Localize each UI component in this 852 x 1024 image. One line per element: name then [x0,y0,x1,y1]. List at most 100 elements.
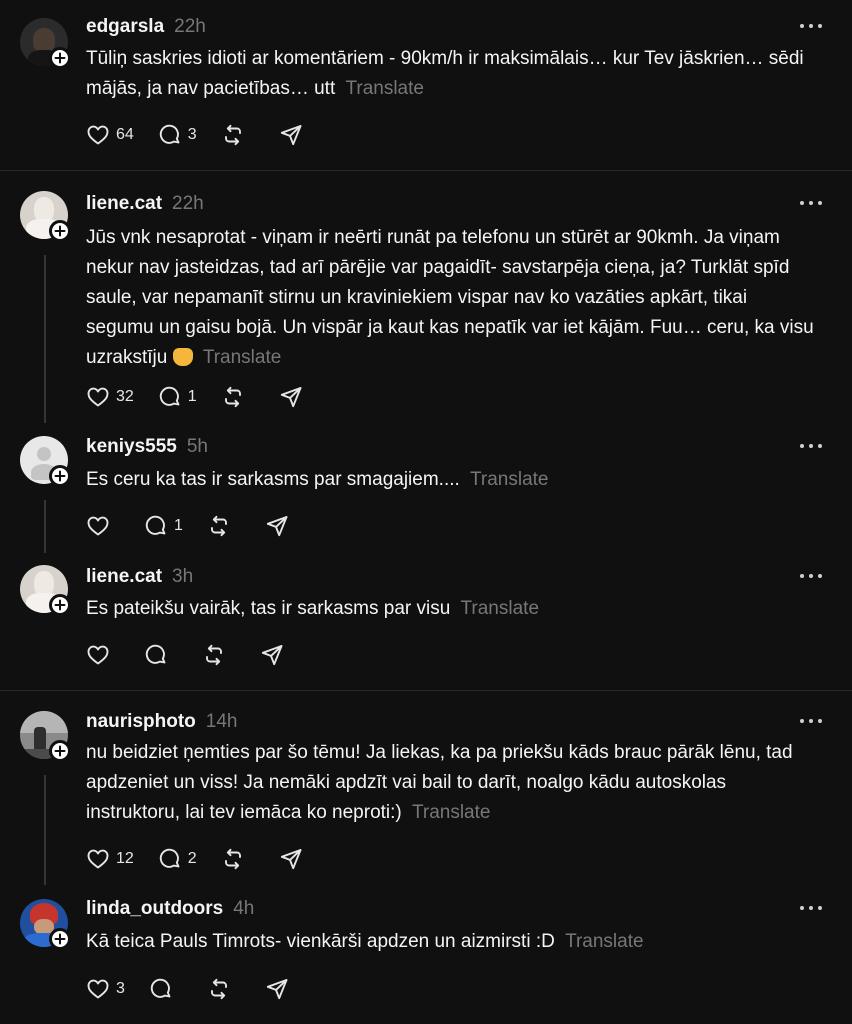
post-body: Es pateikšu vairāk, tas ir sarkasms par … [86,598,451,619]
more-icon[interactable] [800,201,822,207]
translate-link[interactable]: Translate [345,78,424,99]
heart-icon [86,385,110,409]
reply-button[interactable] [149,977,173,1001]
username[interactable]: liene.cat [86,193,162,215]
comment-icon [158,385,182,409]
comment-icon [149,977,173,1001]
timestamp: 4h [233,898,255,919]
reply-button[interactable]: 2 [158,847,197,871]
repost-icon [221,123,245,147]
comment-icon [158,123,182,147]
post: linda_outdoors 4h Kā teica Pauls Timrots… [0,886,852,1024]
translate-link[interactable]: Translate [470,469,549,490]
translate-link[interactable]: Translate [461,598,540,619]
post-body: Tūliņ saskries idioti ar komentāriem - 9… [86,48,804,99]
post-text: Kā teica Pauls Timrots- vienkārši apdzen… [86,927,816,957]
share-button[interactable] [279,847,303,871]
avatar[interactable] [20,565,71,616]
like-count: 64 [116,126,134,143]
avatar[interactable] [20,436,71,487]
like-button[interactable]: 12 [86,847,134,871]
more-icon[interactable] [800,24,822,30]
follow-plus-icon[interactable] [49,928,71,950]
reply-button[interactable]: 3 [158,123,197,147]
repost-button[interactable] [207,977,231,1001]
follow-plus-icon[interactable] [49,740,71,762]
more-icon[interactable] [800,906,822,912]
avatar[interactable] [20,191,71,242]
comment-icon [144,643,168,667]
reply-button[interactable]: 1 [158,385,197,409]
post-text: Tūliņ saskries idioti ar komentāriem - 9… [86,44,816,104]
post-text: nu beidziet ņemties par šo tēmu! Ja liek… [86,738,816,828]
send-icon [265,514,289,538]
send-icon [265,977,289,1001]
post-body: Es ceru ka tas ir sarkasms par smagajiem… [86,469,460,490]
like-count: 12 [116,850,134,867]
more-icon[interactable] [800,719,822,725]
like-button[interactable]: 3 [86,977,125,1001]
username[interactable]: linda_outdoors [86,898,223,920]
avatar[interactable] [20,899,71,950]
share-button[interactable] [265,514,289,538]
share-button[interactable] [265,977,289,1001]
like-button[interactable] [86,643,110,667]
heart-icon [86,847,110,871]
post: naurisphoto 14h nu beidziet ņemties par … [0,691,852,886]
send-icon [279,123,303,147]
avatar[interactable] [20,711,71,762]
post: edgarsla 22h Tūliņ saskries idioti ar ko… [0,0,852,170]
like-button[interactable]: 64 [86,123,134,147]
repost-icon [221,385,245,409]
share-button[interactable] [260,643,284,667]
timestamp: 14h [205,711,238,732]
follow-plus-icon[interactable] [49,47,71,69]
reply-count: 1 [187,388,197,405]
username[interactable]: keniys555 [86,436,177,458]
heart-icon [86,123,110,147]
post: keniys555 5h Es ceru ka tas ir sarkasms … [0,426,852,556]
share-button[interactable] [279,385,303,409]
follow-plus-icon[interactable] [49,594,71,616]
like-button[interactable] [86,514,110,538]
timestamp: 5h [186,436,208,457]
username[interactable]: edgarsla [86,16,164,38]
post: liene.cat 3h Es pateikšu vairāk, tas ir … [0,556,852,690]
timestamp: 3h [172,566,194,587]
repost-button[interactable] [221,847,245,871]
like-button[interactable]: 32 [86,385,134,409]
reply-button[interactable] [144,643,168,667]
username[interactable]: naurisphoto [86,711,196,733]
translate-link[interactable]: Translate [203,347,282,368]
comment-icon [158,847,182,871]
timestamp: 22h [172,193,204,214]
heart-icon [86,514,110,538]
follow-plus-icon[interactable] [49,465,71,487]
share-button[interactable] [279,123,303,147]
repost-icon [221,847,245,871]
cat-face-emoji [172,348,193,366]
repost-icon [202,643,226,667]
like-count: 3 [116,980,125,997]
heart-icon [86,643,110,667]
avatar[interactable] [20,18,71,69]
repost-button[interactable] [221,385,245,409]
repost-button[interactable] [202,643,226,667]
reply-button[interactable]: 1 [144,514,183,538]
reply-count: 1 [174,517,183,534]
heart-icon [86,977,110,1001]
send-icon [279,847,303,871]
repost-button[interactable] [207,514,231,538]
post-text: Jūs vnk nesaprotat - viņam ir neērti run… [86,223,816,373]
follow-plus-icon[interactable] [49,220,71,242]
reply-count: 2 [187,850,197,867]
post-body: Kā teica Pauls Timrots- vienkārši apdzen… [86,931,555,952]
more-icon[interactable] [800,444,822,450]
more-icon[interactable] [800,574,822,580]
translate-link[interactable]: Translate [412,802,491,823]
translate-link[interactable]: Translate [565,931,644,952]
reply-count: 3 [187,126,197,143]
username[interactable]: liene.cat [86,566,162,588]
like-count: 32 [116,388,134,405]
repost-button[interactable] [221,123,245,147]
